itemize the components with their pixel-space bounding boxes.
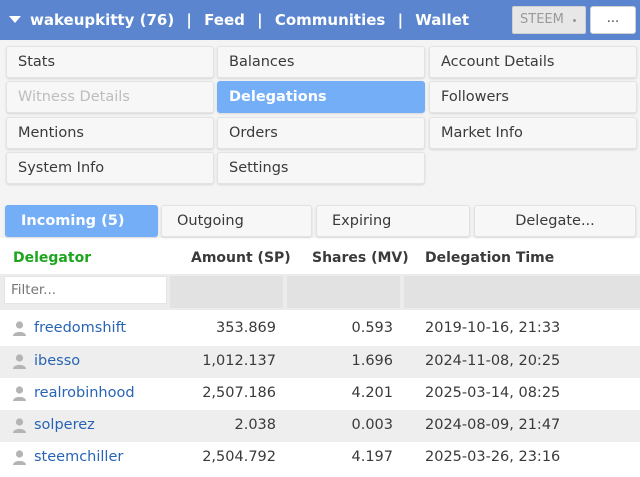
- shares-value: 1.696: [351, 353, 393, 369]
- delegation-time-value: 2019-10-16, 21:33: [425, 320, 561, 336]
- table-row: solperez 2.038 0.003 2024-08-09, 21:47: [0, 410, 640, 442]
- column-header-delegation-time[interactable]: Delegation Time: [425, 250, 554, 266]
- menu-item-balances[interactable]: Balances: [217, 46, 425, 78]
- menu-item-witness-details: Witness Details: [6, 81, 214, 113]
- user-icon: [13, 354, 26, 369]
- delegation-time-value: 2025-03-26, 23:16: [425, 449, 561, 465]
- menu-item-system-info[interactable]: System Info: [6, 152, 214, 184]
- nav-separator: |: [257, 11, 263, 29]
- shares-value: 0.003: [351, 417, 393, 433]
- chain-select[interactable]: STEEM: [512, 6, 586, 34]
- user-icon: [13, 386, 26, 401]
- column-header-amount[interactable]: Amount (SP): [191, 250, 291, 266]
- delegator-link[interactable]: ibesso: [34, 353, 80, 369]
- column-header-delegator[interactable]: Delegator: [13, 250, 91, 266]
- amount-value: 2.038: [234, 417, 276, 433]
- menu-item-settings[interactable]: Settings: [217, 152, 425, 184]
- delegator-link[interactable]: solperez: [34, 417, 95, 433]
- menu-item-followers[interactable]: Followers: [429, 81, 637, 113]
- table-row: freedomshift 353.869 0.593 2019-10-16, 2…: [0, 313, 640, 345]
- menu-item-delegations[interactable]: Delegations: [217, 81, 425, 113]
- delegation-time-value: 2025-03-14, 08:25: [425, 385, 561, 401]
- wallet-link[interactable]: Wallet: [415, 11, 469, 29]
- feed-link[interactable]: Feed: [204, 11, 245, 29]
- tab-outgoing[interactable]: Outgoing: [161, 205, 312, 237]
- table-row: realrobinhood 2,507.186 4.201 2025-03-14…: [0, 378, 640, 410]
- column-header-shares[interactable]: Shares (MV): [312, 250, 409, 266]
- shares-value: 0.593: [351, 320, 393, 336]
- nav-separator: |: [397, 11, 404, 29]
- amount-value: 353.869: [216, 320, 276, 336]
- tab-expiring[interactable]: Expiring: [316, 205, 470, 237]
- delegate-button[interactable]: Delegate...: [474, 205, 636, 237]
- amount-value: 2,504.792: [202, 449, 276, 465]
- menu-item-market-info[interactable]: Market Info: [429, 117, 637, 149]
- menu-item-mentions[interactable]: Mentions: [6, 117, 214, 149]
- filter-cell-amount: [170, 276, 283, 308]
- table-header: Delegator Amount (SP) Shares (MV) Delega…: [0, 238, 640, 276]
- amount-value: 1,012.137: [202, 353, 276, 369]
- header-nav: wakeupkitty (76) | Feed | Communities | …: [30, 0, 469, 40]
- filter-row: [0, 274, 640, 310]
- account-link[interactable]: wakeupkitty (76): [30, 11, 174, 29]
- chain-select-value: STEEM: [520, 12, 564, 27]
- tab-incoming[interactable]: Incoming (5): [5, 205, 158, 237]
- menu-item-orders[interactable]: Orders: [217, 117, 425, 149]
- filter-cell-time: [404, 276, 640, 308]
- delegator-link[interactable]: realrobinhood: [34, 385, 135, 401]
- dot-icon: [573, 19, 576, 22]
- delegation-time-value: 2024-11-08, 20:25: [425, 353, 561, 369]
- caret-down-icon[interactable]: [9, 16, 21, 23]
- delegator-link[interactable]: freedomshift: [34, 320, 126, 336]
- user-icon: [13, 321, 26, 336]
- delegation-time-value: 2024-08-09, 21:47: [425, 417, 561, 433]
- filter-input[interactable]: [4, 276, 167, 304]
- delegation-tabs: Incoming (5) Outgoing Expiring Delegate.…: [0, 190, 640, 238]
- delegator-link[interactable]: steemchiller: [34, 449, 123, 465]
- section-menu: Stats Balances Account Details Witness D…: [0, 40, 640, 190]
- filter-cell-shares: [287, 276, 400, 308]
- amount-value: 2,507.186: [202, 385, 276, 401]
- communities-link[interactable]: Communities: [275, 11, 386, 29]
- menu-item-account-details[interactable]: Account Details: [429, 46, 637, 78]
- user-icon: [13, 450, 26, 465]
- user-icon: [13, 418, 26, 433]
- nav-separator: |: [186, 11, 192, 29]
- more-button[interactable]: ...: [590, 6, 636, 34]
- top-navigation-bar: wakeupkitty (76) | Feed | Communities | …: [0, 0, 640, 40]
- menu-item-stats[interactable]: Stats: [6, 46, 214, 78]
- shares-value: 4.197: [351, 449, 393, 465]
- shares-value: 4.201: [351, 385, 393, 401]
- table-row: steemchiller 2,504.792 4.197 2025-03-26,…: [0, 442, 640, 474]
- table-row: ibesso 1,012.137 1.696 2024-11-08, 20:25: [0, 346, 640, 378]
